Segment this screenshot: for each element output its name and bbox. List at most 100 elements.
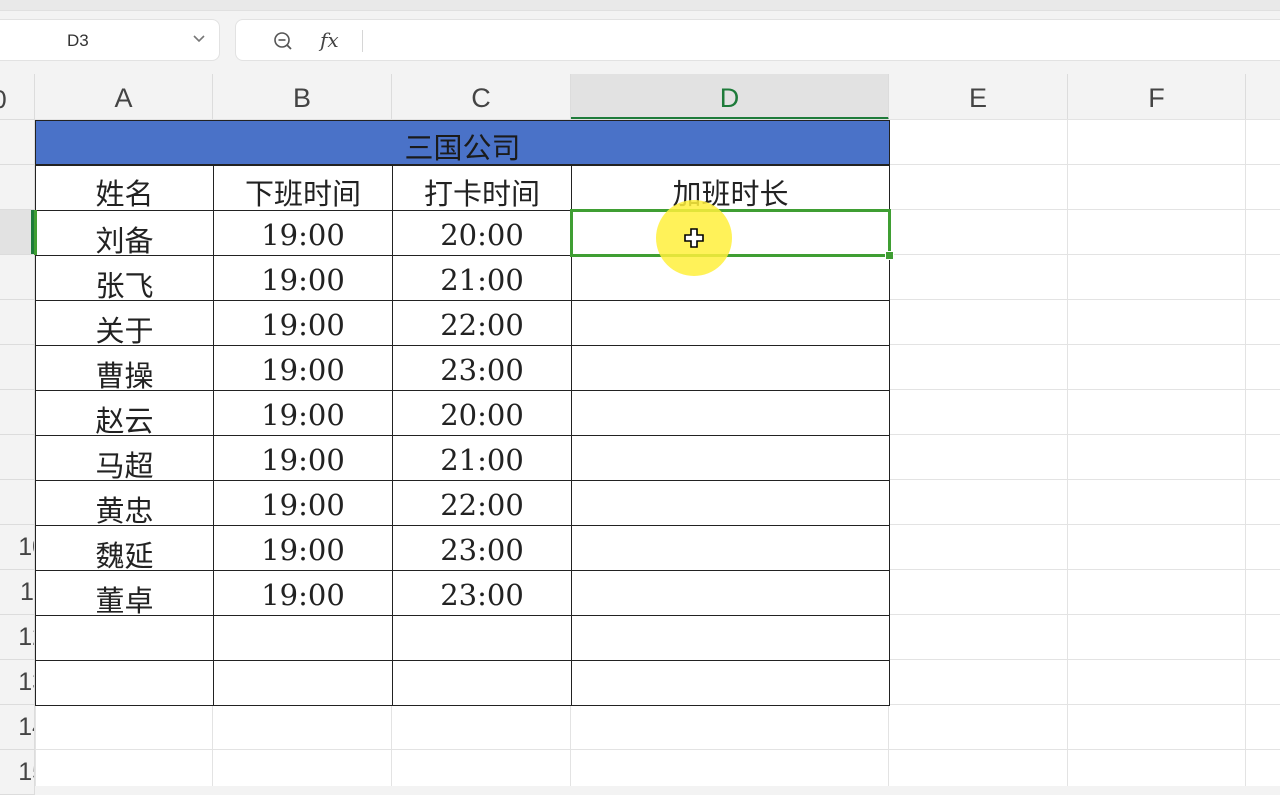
row-header-7[interactable]: 7 — [0, 390, 35, 435]
data-cell[interactable] — [392, 615, 572, 661]
row-header-1[interactable] — [0, 120, 35, 165]
data-cell[interactable]: 魏延 — [35, 525, 214, 573]
spreadsheet-grid[interactable]: 0 ABCDEF 3456789 10 11 12 13 14 15 三国公司姓名 下班时间 打卡时… — [0, 74, 1280, 795]
column-header-b[interactable]: B — [213, 74, 392, 120]
select-all-corner[interactable]: 0 — [0, 74, 35, 120]
column-header-f[interactable]: F — [1068, 74, 1246, 120]
header-cell[interactable]: 打卡时间 — [392, 165, 572, 211]
data-cell[interactable]: 22:00 — [392, 300, 572, 346]
fx-icon[interactable]: fx — [320, 28, 339, 52]
data-cell[interactable] — [213, 660, 393, 706]
data-cell[interactable] — [213, 615, 393, 661]
data-cell[interactable]: 19:00 — [213, 525, 393, 571]
zoom-icon[interactable] — [272, 30, 294, 52]
row-number: 11 — [20, 578, 34, 606]
header-cell-text: 加班时长 — [672, 177, 789, 211]
data-cell-text: 19:00 — [261, 398, 345, 432]
row-number: 10 — [18, 533, 34, 561]
row-header-11[interactable]: 11 — [0, 570, 35, 615]
row-header-14[interactable]: 14 — [0, 705, 35, 750]
header-cell[interactable]: 加班时长 — [571, 165, 890, 211]
data-cell[interactable]: 19:00 — [213, 300, 393, 346]
header-cell-text: 下班时间 — [244, 177, 361, 211]
header-cell-text: 姓名 — [95, 177, 154, 211]
data-cell[interactable] — [571, 300, 890, 346]
data-cell-text: 22:00 — [440, 488, 524, 522]
data-cell[interactable]: 21:00 — [392, 435, 572, 481]
data-cell[interactable]: 19:00 — [213, 345, 393, 391]
data-cell[interactable]: 20:00 — [392, 390, 572, 436]
data-cell[interactable] — [571, 435, 890, 481]
column-header-a[interactable]: A — [35, 74, 213, 120]
data-cell[interactable] — [571, 255, 890, 301]
data-cell[interactable]: 22:00 — [392, 480, 572, 526]
chevron-down-icon[interactable] — [189, 28, 209, 48]
column-header-g[interactable] — [1246, 74, 1280, 120]
column-header-e[interactable]: E — [889, 74, 1068, 120]
row-header-4[interactable]: 4 — [0, 255, 35, 300]
row-header-6[interactable]: 6 — [0, 345, 35, 390]
data-cell[interactable]: 23:00 — [392, 345, 572, 391]
data-cell[interactable] — [571, 660, 890, 706]
gridline-vertical — [1245, 120, 1246, 786]
top-toolbar-strip — [0, 0, 1280, 11]
row-header-13[interactable]: 13 — [0, 660, 35, 705]
column-header-d[interactable]: D — [571, 74, 889, 120]
row-header-8[interactable]: 8 — [0, 435, 35, 480]
table-title[interactable]: 三国公司 — [35, 120, 890, 165]
data-cell[interactable]: 23:00 — [392, 570, 572, 616]
data-cell[interactable]: 19:00 — [213, 255, 393, 301]
data-cell[interactable]: 董卓 — [35, 570, 214, 618]
row-header-15[interactable]: 15 — [0, 750, 35, 795]
data-cell-text: 曹操 — [95, 359, 154, 393]
data-cell[interactable]: 19:00 — [213, 570, 393, 616]
data-cell-text: 20:00 — [440, 218, 524, 252]
data-cell-text: 23:00 — [440, 533, 524, 567]
row-header-5[interactable]: 5 — [0, 300, 35, 345]
row-header-2[interactable] — [0, 165, 35, 210]
header-cell[interactable]: 姓名 — [35, 165, 214, 211]
data-cell[interactable] — [571, 390, 890, 436]
data-cell[interactable]: 黄忠 — [35, 480, 214, 528]
data-cell[interactable] — [571, 345, 890, 391]
data-cell[interactable]: 曹操 — [35, 345, 214, 393]
data-cell[interactable] — [571, 570, 890, 616]
data-cell[interactable]: 关于 — [35, 300, 214, 348]
table-title-text: 三国公司 — [404, 131, 521, 165]
data-cell[interactable]: 19:00 — [213, 480, 393, 526]
data-cell-text: 黄忠 — [95, 494, 154, 528]
data-cell-text: 19:00 — [261, 533, 345, 567]
gridline-horizontal — [35, 749, 1280, 750]
data-cell[interactable] — [571, 615, 890, 661]
data-cell[interactable] — [392, 660, 572, 706]
data-cell[interactable]: 20:00 — [392, 210, 572, 256]
header-cell[interactable]: 下班时间 — [213, 165, 393, 211]
data-cell[interactable]: 23:00 — [392, 525, 572, 571]
data-cell[interactable] — [35, 615, 214, 661]
data-cell[interactable]: 马超 — [35, 435, 214, 483]
data-cell[interactable]: 张飞 — [35, 255, 214, 303]
data-cell[interactable]: 赵云 — [35, 390, 214, 438]
row-header-9[interactable]: 9 — [0, 480, 35, 525]
data-cell[interactable]: 21:00 — [392, 255, 572, 301]
cursor-icon — [684, 228, 704, 248]
formula-separator — [362, 30, 363, 52]
data-cell[interactable]: 19:00 — [213, 390, 393, 436]
fill-handle[interactable] — [885, 251, 894, 260]
gridline-vertical — [1067, 120, 1068, 786]
row-header-12[interactable]: 12 — [0, 615, 35, 660]
data-cell[interactable]: 19:00 — [213, 210, 393, 256]
data-cell[interactable] — [571, 480, 890, 526]
data-cell[interactable] — [35, 660, 214, 706]
column-header-c[interactable]: C — [392, 74, 571, 120]
data-cell[interactable]: 刘备 — [35, 210, 214, 258]
row-header-3[interactable]: 3 — [0, 210, 35, 255]
name-box[interactable]: D3 — [0, 19, 220, 61]
data-cell[interactable]: 19:00 — [213, 435, 393, 481]
row-header-10[interactable]: 10 — [0, 525, 35, 570]
data-cell-text: 22:00 — [440, 308, 524, 342]
data-cell[interactable] — [571, 525, 890, 571]
formula-bar[interactable]: fx — [235, 19, 1280, 61]
row-number: 13 — [18, 668, 34, 696]
row-number: 15 — [18, 758, 34, 786]
